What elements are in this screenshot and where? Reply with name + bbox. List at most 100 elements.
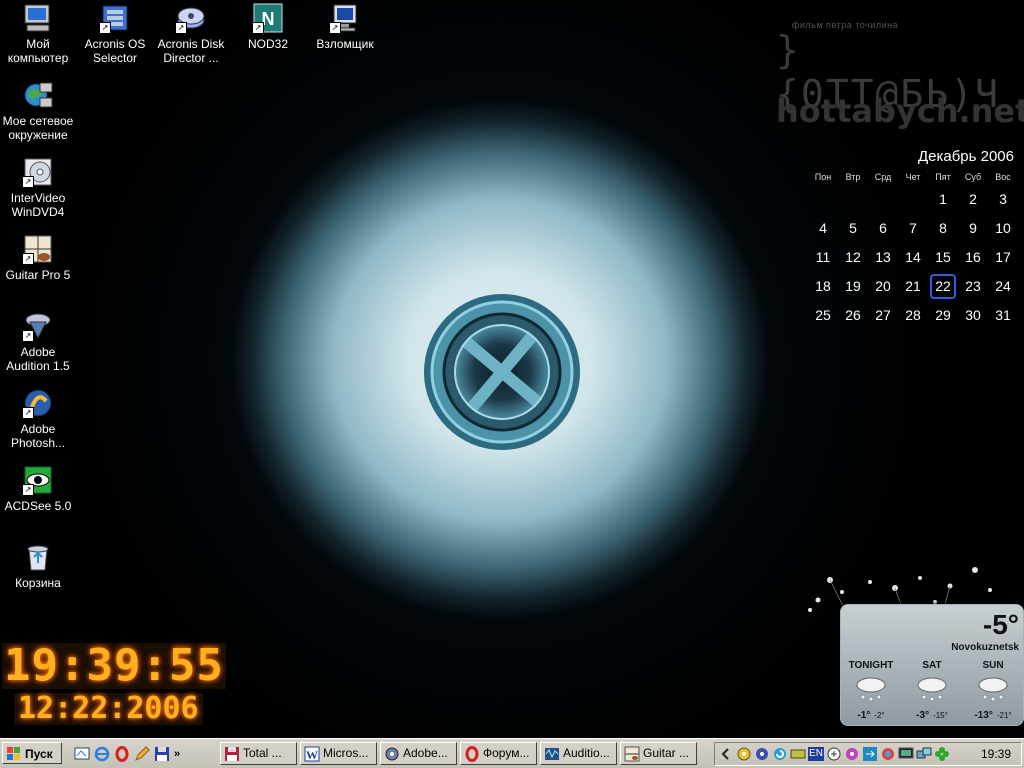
calendar-day[interactable]: 15 bbox=[928, 243, 958, 272]
computer-icon bbox=[22, 2, 54, 34]
calendar-day-today[interactable]: 22 bbox=[930, 274, 956, 299]
taskbar-clock[interactable]: 19:39 bbox=[981, 747, 1011, 761]
calendar-day[interactable]: 23 bbox=[958, 272, 988, 301]
photoshop-icon: ↗ bbox=[22, 387, 54, 419]
recycle-bin-icon bbox=[22, 541, 54, 573]
snow-cloud-icon bbox=[917, 677, 947, 702]
calendar-day[interactable]: 18 bbox=[808, 272, 838, 301]
refresh-tray-icon[interactable] bbox=[772, 746, 788, 762]
desktop-icon-acronis-disk-director[interactable]: ↗ Acronis Disk Director ... bbox=[153, 2, 229, 65]
desktop-icon-guitar-pro[interactable]: ↗ Guitar Pro 5 bbox=[0, 233, 76, 282]
desktop-icon-label: Корзина bbox=[15, 576, 61, 590]
taskbar-task-guitar-pro[interactable]: Guitar ... bbox=[620, 742, 697, 765]
opera-icon[interactable] bbox=[114, 746, 130, 762]
media-tray-icon[interactable] bbox=[844, 746, 860, 762]
forecast-day: TONIGHT -1° -2° bbox=[841, 659, 901, 721]
calendar-day[interactable]: 27 bbox=[868, 301, 898, 330]
colorful-tray-icon[interactable] bbox=[880, 746, 896, 762]
calendar-weekday: Пон bbox=[814, 172, 832, 182]
acronis-os-icon: ↗ bbox=[99, 2, 131, 34]
calendar-day[interactable]: 19 bbox=[838, 272, 868, 301]
calendar-day[interactable]: 10 bbox=[988, 214, 1018, 243]
desktop-icon-adobe-audition[interactable]: ↗ Adobe Audition 1.5 bbox=[0, 310, 76, 373]
guitar-icon bbox=[624, 746, 640, 762]
desktop[interactable]: Мой компьютер ↗ Acronis OS Selector ↗ Ac… bbox=[0, 0, 1024, 738]
calendar-day[interactable]: 7 bbox=[898, 214, 928, 243]
desktop-icon-recycle-bin[interactable]: Корзина bbox=[0, 541, 76, 590]
forecast-temps: -1° -2° bbox=[841, 710, 901, 721]
calendar-day[interactable]: 17 bbox=[988, 243, 1018, 272]
calendar-day[interactable]: 9 bbox=[958, 214, 988, 243]
calendar-grid: Пон Втр Срд Чет Пят Суб Вос 1 2 3 4 5 6 7 8 9 10 11 12 13 14… bbox=[808, 169, 1020, 330]
internet-explorer-icon[interactable] bbox=[94, 746, 110, 762]
desktop-icon-label: Acronis OS Selector bbox=[84, 37, 146, 65]
calendar-day[interactable]: 4 bbox=[808, 214, 838, 243]
desktop-icon-label: Adobe Photosh... bbox=[10, 422, 66, 450]
start-button[interactable]: Пуск bbox=[2, 742, 62, 764]
weather-widget[interactable]: -5° Novokuznetsk TONIGHT -1° -2° SAT -3° -… bbox=[840, 604, 1024, 726]
taskbar-task-microsoft-word[interactable]: W Micros... bbox=[300, 742, 377, 765]
dvd-tray-icon[interactable] bbox=[736, 746, 752, 762]
desktop-icon-label: NOD32 bbox=[247, 37, 288, 51]
floppy-icon[interactable] bbox=[154, 746, 170, 762]
clover-tray-icon[interactable] bbox=[934, 746, 950, 762]
calendar-widget[interactable]: Декабрь 2006 Пон Втр Срд Чет Пят Суб Вос 1 2 3 4 5 6… bbox=[808, 148, 1020, 330]
calendar-day[interactable]: 25 bbox=[808, 301, 838, 330]
disc-tray-icon[interactable] bbox=[754, 746, 770, 762]
taskbar-task-audition[interactable]: Auditio... bbox=[540, 742, 617, 765]
audition-icon bbox=[545, 748, 559, 760]
desktop-icon-label: Мой компьютер bbox=[7, 37, 69, 65]
sync-tray-icon[interactable] bbox=[862, 746, 878, 762]
calendar-day[interactable]: 21 bbox=[898, 272, 928, 301]
desktop-icon-vzlomshik[interactable]: ↗ Взломщик bbox=[307, 2, 383, 51]
forecast-temps: -13° -21° bbox=[963, 710, 1023, 721]
calendar-day[interactable]: 28 bbox=[898, 301, 928, 330]
snow-cloud-icon bbox=[978, 677, 1008, 702]
calendar-day[interactable]: 16 bbox=[958, 243, 988, 272]
language-indicator[interactable]: EN bbox=[808, 747, 824, 761]
desktop-icon-label: ACDSee 5.0 bbox=[4, 499, 72, 513]
calendar-day[interactable]: 6 bbox=[868, 214, 898, 243]
taskbar-task-total-commander[interactable]: Total ... bbox=[220, 742, 297, 765]
calendar-day[interactable]: 12 bbox=[838, 243, 868, 272]
desktop-icon-windvd[interactable]: ↗ InterVideo WinDVD4 bbox=[0, 156, 76, 219]
antivirus-tray-icon[interactable] bbox=[826, 746, 842, 762]
eye-icon: ↗ bbox=[22, 464, 54, 496]
tray-arrow-icon[interactable] bbox=[718, 746, 734, 762]
taskbar-task-forum[interactable]: Форум... bbox=[460, 742, 537, 765]
forecast-temps: -3° -15° bbox=[902, 710, 962, 721]
task-label: Форум... bbox=[483, 746, 530, 760]
calendar-day[interactable]: 29 bbox=[928, 301, 958, 330]
calendar-day[interactable]: 3 bbox=[988, 185, 1018, 214]
calendar-day[interactable]: 26 bbox=[838, 301, 868, 330]
calendar-weekday: Пят bbox=[935, 172, 951, 182]
computers-tray-icon[interactable] bbox=[916, 746, 932, 762]
calendar-day[interactable]: 13 bbox=[868, 243, 898, 272]
desktop-icon-my-computer[interactable]: Мой компьютер bbox=[0, 2, 76, 65]
desktop-icon-network[interactable]: Мое сетевое окружение bbox=[0, 79, 76, 142]
forecast-high: -13° bbox=[974, 710, 993, 721]
calendar-day[interactable]: 5 bbox=[838, 214, 868, 243]
calendar-day[interactable]: 8 bbox=[928, 214, 958, 243]
calendar-empty-cell bbox=[898, 185, 928, 214]
pencil-icon[interactable] bbox=[134, 746, 150, 762]
desktop-icon-acdsee[interactable]: ↗ ACDSee 5.0 bbox=[0, 464, 76, 513]
wallpaper-url: hottabych.net bbox=[776, 92, 1024, 130]
calendar-day[interactable]: 11 bbox=[808, 243, 838, 272]
desktop-icon-nod32[interactable]: N ↗ NOD32 bbox=[230, 2, 306, 51]
calendar-day[interactable]: 1 bbox=[928, 185, 958, 214]
desktop-icon-acronis-os-selector[interactable]: ↗ Acronis OS Selector bbox=[77, 2, 153, 65]
calendar-day[interactable]: 24 bbox=[988, 272, 1018, 301]
calendar-day[interactable]: 14 bbox=[898, 243, 928, 272]
taskbar-task-adobe[interactable]: Adobe... bbox=[380, 742, 457, 765]
calendar-day[interactable]: 31 bbox=[988, 301, 1018, 330]
monitor-tray-icon[interactable] bbox=[898, 746, 914, 762]
nixie-clock-widget[interactable]: 19:39:55 12:22:2006 bbox=[2, 643, 226, 725]
calendar-day[interactable]: 2 bbox=[958, 185, 988, 214]
show-desktop-icon[interactable] bbox=[74, 746, 90, 762]
desktop-icon-adobe-photoshop[interactable]: ↗ Adobe Photosh... bbox=[0, 387, 76, 450]
quick-launch-more-button[interactable]: » bbox=[174, 748, 180, 760]
network-tray-icon[interactable] bbox=[790, 746, 806, 762]
calendar-day[interactable]: 20 bbox=[868, 272, 898, 301]
calendar-day[interactable]: 30 bbox=[958, 301, 988, 330]
